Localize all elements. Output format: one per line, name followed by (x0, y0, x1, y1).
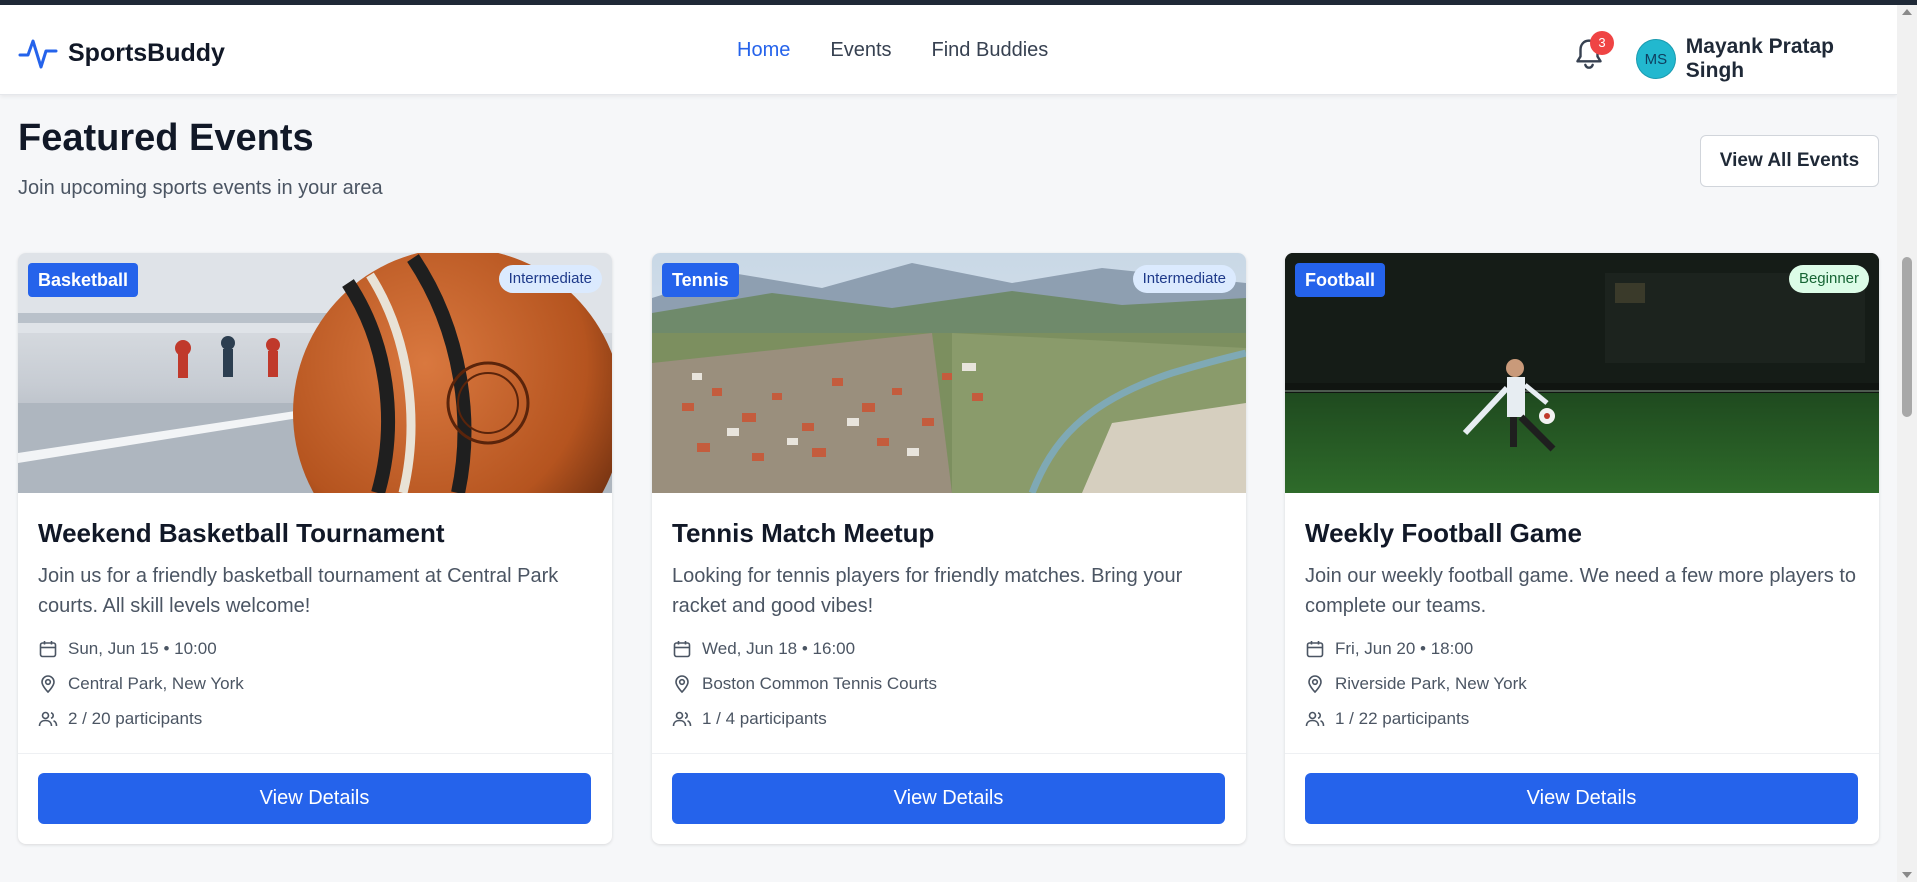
basketball-photo: Basketball Intermediate (18, 253, 612, 493)
view-details-button[interactable]: View Details (38, 773, 591, 824)
event-date-text: Wed, Jun 18 • 16:00 (702, 639, 856, 658)
users-icon (38, 711, 58, 727)
brand-name: SportsBuddy (68, 38, 225, 67)
event-location-text: Central Park, New York (68, 674, 244, 693)
main-nav: Home Events Find Buddies (737, 39, 1048, 62)
event-title: Weekend Basketball Tournament (38, 518, 445, 548)
event-date: Wed, Jun 18 • 16:00 (672, 639, 855, 659)
event-date-text: Fri, Jun 20 • 18:00 (1335, 639, 1474, 658)
users-icon (672, 711, 692, 727)
level-badge: Beginner (1788, 265, 1869, 293)
event-description: Looking for tennis players for friendly … (672, 565, 1183, 617)
event-card[interactable]: Football Beginner Weekly Football Game J… (1285, 253, 1879, 844)
football-player-photo: Football Beginner (1285, 253, 1879, 493)
event-location-text: Riverside Park, New York (1335, 674, 1527, 693)
nav-link-find-buddies[interactable]: Find Buddies (932, 39, 1049, 62)
level-badge: Intermediate (498, 265, 602, 293)
event-participants-text: 1 / 4 participants (702, 709, 827, 728)
map-pin-icon (675, 675, 689, 694)
event-title: Weekly Football Game (1305, 518, 1582, 548)
event-location: Riverside Park, New York (1305, 674, 1527, 694)
avatar: MS (1636, 39, 1676, 79)
view-all-events-button[interactable]: View All Events (1700, 135, 1879, 187)
event-location-text: Boston Common Tennis Courts (702, 674, 937, 693)
sport-badge: Basketball (28, 263, 139, 297)
event-description: Join our weekly football game. We need a… (1305, 565, 1857, 617)
event-date-text: Sun, Jun 15 • 10:00 (68, 639, 217, 658)
event-description: Join us for a friendly basketball tourna… (38, 565, 559, 617)
user-menu[interactable]: MS Mayank Pratap Singh (1636, 35, 1897, 83)
nav-link-events[interactable]: Events (830, 39, 891, 62)
page-subtitle: Join upcoming sports events in your area (18, 177, 383, 199)
notification-count-badge: 3 (1590, 31, 1614, 55)
scroll-up-arrow-icon[interactable] (1902, 9, 1912, 15)
event-location: Boston Common Tennis Courts (672, 674, 937, 694)
event-date: Sun, Jun 15 • 10:00 (38, 639, 217, 659)
event-title: Tennis Match Meetup (672, 518, 935, 548)
event-participants-text: 2 / 20 participants (68, 709, 203, 728)
event-participants: 1 / 22 participants (1305, 709, 1469, 729)
event-card[interactable]: Basketball Intermediate Weekend Basketba… (18, 253, 612, 844)
sport-badge: Football (1295, 263, 1385, 297)
card-divider (652, 753, 1246, 754)
town-valley-photo: Tennis Intermediate (652, 253, 1246, 493)
scroll-thumb[interactable] (1902, 257, 1912, 417)
event-participants-text: 1 / 22 participants (1335, 709, 1470, 728)
nav-link-home[interactable]: Home (737, 39, 790, 62)
calendar-icon (1306, 641, 1324, 658)
event-date: Fri, Jun 20 • 18:00 (1305, 639, 1473, 659)
map-pin-icon (1308, 675, 1322, 694)
calendar-icon (39, 641, 57, 658)
page-title: Featured Events (18, 117, 314, 159)
view-details-button[interactable]: View Details (672, 773, 1225, 824)
navbar: SportsBuddy Home Events Find Buddies 3 M… (0, 5, 1897, 95)
activity-pulse-icon (18, 39, 58, 69)
calendar-icon (673, 641, 691, 658)
event-card[interactable]: Tennis Intermediate Tennis Match Meetup … (652, 253, 1246, 844)
map-pin-icon (41, 675, 55, 694)
card-divider (1285, 753, 1879, 754)
event-participants: 2 / 20 participants (38, 709, 202, 729)
brand[interactable]: SportsBuddy (18, 33, 225, 73)
view-details-button[interactable]: View Details (1305, 773, 1858, 824)
event-participants: 1 / 4 participants (672, 709, 827, 729)
page-scrollbar[interactable] (1897, 5, 1917, 882)
user-name: Mayank Pratap Singh (1685, 35, 1835, 82)
sport-badge: Tennis (662, 263, 739, 297)
notifications-button[interactable]: 3 (1574, 31, 1614, 73)
card-divider (18, 753, 612, 754)
level-badge: Intermediate (1132, 265, 1236, 293)
users-icon (1305, 711, 1325, 727)
event-location: Central Park, New York (38, 674, 244, 694)
scroll-down-arrow-icon[interactable] (1902, 872, 1912, 878)
